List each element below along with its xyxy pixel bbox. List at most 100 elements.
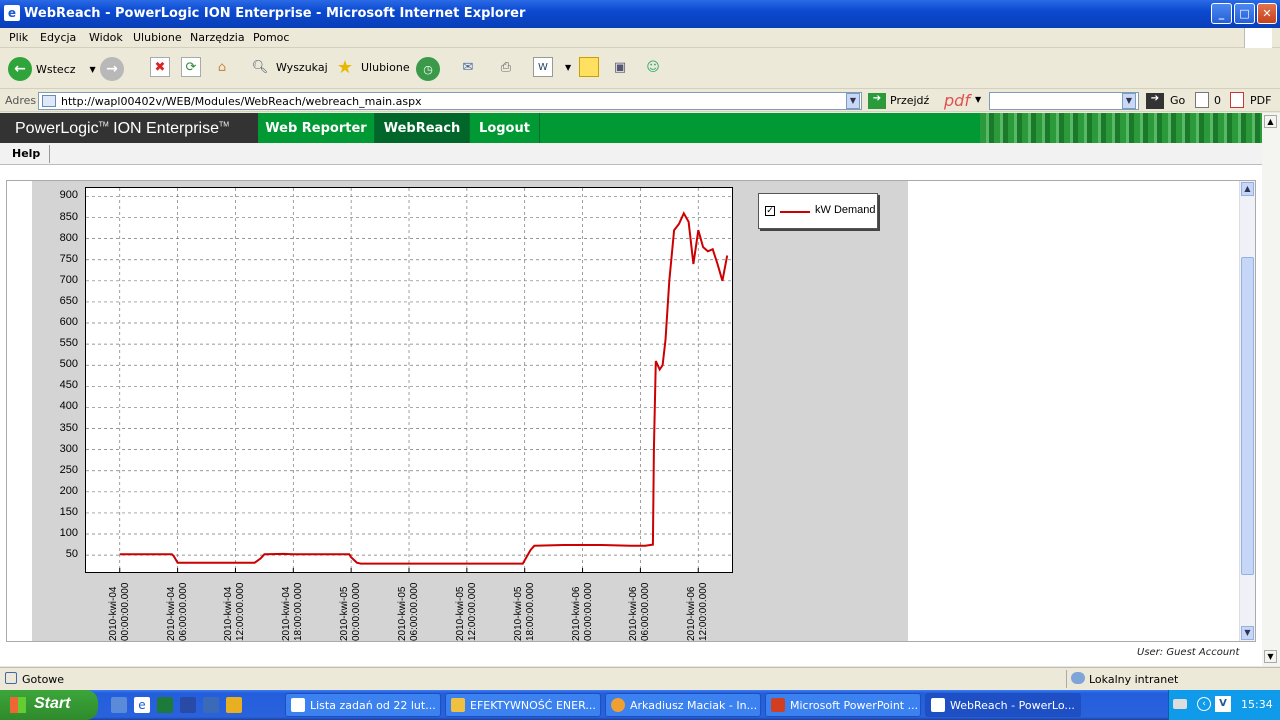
stop-button[interactable]: ✖ xyxy=(150,57,170,77)
nav-logout[interactable]: Logout xyxy=(470,113,540,143)
address-input[interactable]: http://wapl00402v/WEB/Modules/WebReach/w… xyxy=(38,92,862,110)
y-tick-label: 550 xyxy=(59,337,78,350)
banner-image xyxy=(980,113,1262,143)
ie-icon xyxy=(931,698,945,712)
pdf-button[interactable]: PDF xyxy=(1250,94,1271,107)
go-arrow-icon[interactable]: ➔ xyxy=(1146,93,1164,109)
research-icon: ▣ xyxy=(613,59,627,75)
keyboard-icon[interactable] xyxy=(1173,699,1187,709)
scroll-down-button[interactable]: ▼ xyxy=(1264,650,1277,663)
x-tick-label: 2010-kwi-04 18:00:00.000 xyxy=(281,582,305,641)
task-powerpoint[interactable]: Microsoft PowerPoint ... xyxy=(765,693,921,717)
messenger-button[interactable]: ☺ xyxy=(643,57,663,77)
nav-web-reporter[interactable]: Web Reporter xyxy=(258,113,375,143)
show-desktop-icon[interactable] xyxy=(111,697,127,713)
y-tick-label: 600 xyxy=(59,316,78,329)
legend-checkbox[interactable]: ✓ xyxy=(765,206,775,216)
system-tray: ‹ V 15:34 xyxy=(1168,690,1280,720)
address-dropdown[interactable]: ▼ xyxy=(846,93,860,109)
scroll-thumb[interactable] xyxy=(1241,257,1254,575)
menu-help[interactable]: Pomoc xyxy=(253,31,289,44)
research-button[interactable]: ▣ xyxy=(610,57,630,77)
home-button[interactable]: ⌂ xyxy=(212,57,232,77)
scroll-up-button[interactable]: ▲ xyxy=(1241,182,1254,196)
menu-favorites[interactable]: Ulubione xyxy=(133,31,182,44)
y-tick-label: 300 xyxy=(59,442,78,455)
antivirus-icon[interactable]: V xyxy=(1215,696,1231,712)
legend-label: kW Demand xyxy=(815,204,876,216)
y-tick-label: 400 xyxy=(59,400,78,413)
y-tick-label: 500 xyxy=(59,358,78,371)
pdf-file-icon xyxy=(1230,92,1244,108)
x-tick-label: 2010-kwi-05 12:00:00.000 xyxy=(454,582,478,641)
edit-button[interactable]: W ▼ xyxy=(533,57,571,77)
page-scrollbar[interactable]: ▲ ▼ xyxy=(1262,113,1280,666)
forward-button[interactable]: → xyxy=(100,57,124,81)
folder-icon[interactable] xyxy=(226,697,242,713)
forward-arrow-icon: → xyxy=(100,57,124,81)
chart-legend: ✓ kW Demand xyxy=(758,193,878,229)
back-arrow-icon: ← xyxy=(8,57,32,81)
go-button[interactable]: Przejdź xyxy=(890,94,929,107)
y-tick-label: 150 xyxy=(59,505,78,518)
pdf-count: 0 xyxy=(1214,94,1221,107)
refresh-icon: ⟳ xyxy=(181,57,201,77)
history-button[interactable]: ◷ xyxy=(416,57,440,81)
outlook-icon[interactable] xyxy=(203,697,219,713)
menu-edit[interactable]: Edycja xyxy=(40,31,76,44)
start-button[interactable]: Start xyxy=(0,690,98,720)
refresh-button[interactable]: ⟳ xyxy=(181,57,201,77)
history-icon: ◷ xyxy=(416,57,440,81)
x-tick-label: 2010-kwi-05 06:00:00.000 xyxy=(397,582,420,641)
word-icon: W xyxy=(533,57,553,77)
print-button[interactable]: ⎙ xyxy=(496,57,516,77)
task-lista-zadan[interactable]: Lista zadań od 22 lut... xyxy=(285,693,441,717)
powerpoint-icon xyxy=(771,698,785,712)
maximize-button[interactable]: □ xyxy=(1234,3,1255,24)
help-link[interactable]: Help xyxy=(12,147,40,160)
minimize-button[interactable]: _ xyxy=(1211,3,1232,24)
window-title: WebReach - PowerLogic ION Enterprise - M… xyxy=(24,6,526,21)
menu-file[interactable]: Plik xyxy=(9,31,28,44)
mail-button[interactable]: ✉ xyxy=(458,57,478,77)
y-tick-label: 100 xyxy=(59,527,78,540)
task-webreach[interactable]: WebReach - PowerLo... xyxy=(925,693,1081,717)
excel-icon[interactable] xyxy=(157,697,173,713)
go2-button[interactable]: Go xyxy=(1170,94,1185,107)
task-efektywnosc[interactable]: EFEKTYWNOŚĆ ENER... xyxy=(445,693,601,717)
favorites-button[interactable]: ★ Ulubione xyxy=(335,57,410,78)
title-bar: e WebReach - PowerLogic ION Enterprise -… xyxy=(0,0,1280,28)
page-done-icon xyxy=(5,672,17,684)
task-arkadiusz[interactable]: Arkadiusz Maciak - In... xyxy=(605,693,761,717)
discuss-button[interactable] xyxy=(579,57,599,77)
pdf-search-input[interactable] xyxy=(989,92,1139,110)
menu-tools[interactable]: Narzędzia xyxy=(190,31,245,44)
menu-view[interactable]: Widok xyxy=(89,31,123,44)
chevron-down-icon[interactable]: ▼ xyxy=(565,63,571,72)
ie-icon[interactable]: e xyxy=(134,697,150,713)
series-line-kw-demand xyxy=(119,211,729,565)
scroll-down-button[interactable]: ▼ xyxy=(1241,626,1254,640)
page-content: PowerLogicTM ION EnterpriseTM Web Report… xyxy=(0,113,1262,666)
search-button[interactable]: 🔍︎ Wyszukaj xyxy=(250,57,328,77)
pdf-count-icon xyxy=(1195,92,1209,108)
browser-toolbar: ← Wstecz ▼ → ✖ ⟳ ⌂ 🔍︎ Wyszukaj ★ Ulubion… xyxy=(0,49,1280,89)
chevron-down-icon[interactable]: ▼ xyxy=(90,65,96,74)
x-tick-label: 2010-kwi-04 00:00:00.000 xyxy=(107,582,131,641)
back-button[interactable]: ← Wstecz ▼ xyxy=(8,57,96,81)
go-arrow-icon[interactable]: ➔ xyxy=(868,93,886,109)
close-button[interactable]: ✕ xyxy=(1257,3,1277,24)
y-tick-label: 200 xyxy=(59,484,78,497)
divider xyxy=(1066,670,1067,688)
x-tick-label: 2010-kwi-06 12:00:00.000 xyxy=(686,582,710,641)
nav-webreach[interactable]: WebReach xyxy=(375,113,470,143)
windows-logo-icon xyxy=(1244,28,1272,48)
frame-scrollbar[interactable]: ▲ ▼ xyxy=(1239,181,1255,641)
pdf-logo: pdf xyxy=(944,91,970,110)
chevron-left-icon[interactable]: ‹ xyxy=(1197,697,1211,711)
word-icon[interactable] xyxy=(180,697,196,713)
pdf-search-dropdown[interactable]: ▼ xyxy=(1122,93,1136,109)
page-icon xyxy=(42,95,56,107)
chevron-down-icon[interactable]: ▼ xyxy=(975,95,981,104)
scroll-up-button[interactable]: ▲ xyxy=(1264,115,1277,128)
